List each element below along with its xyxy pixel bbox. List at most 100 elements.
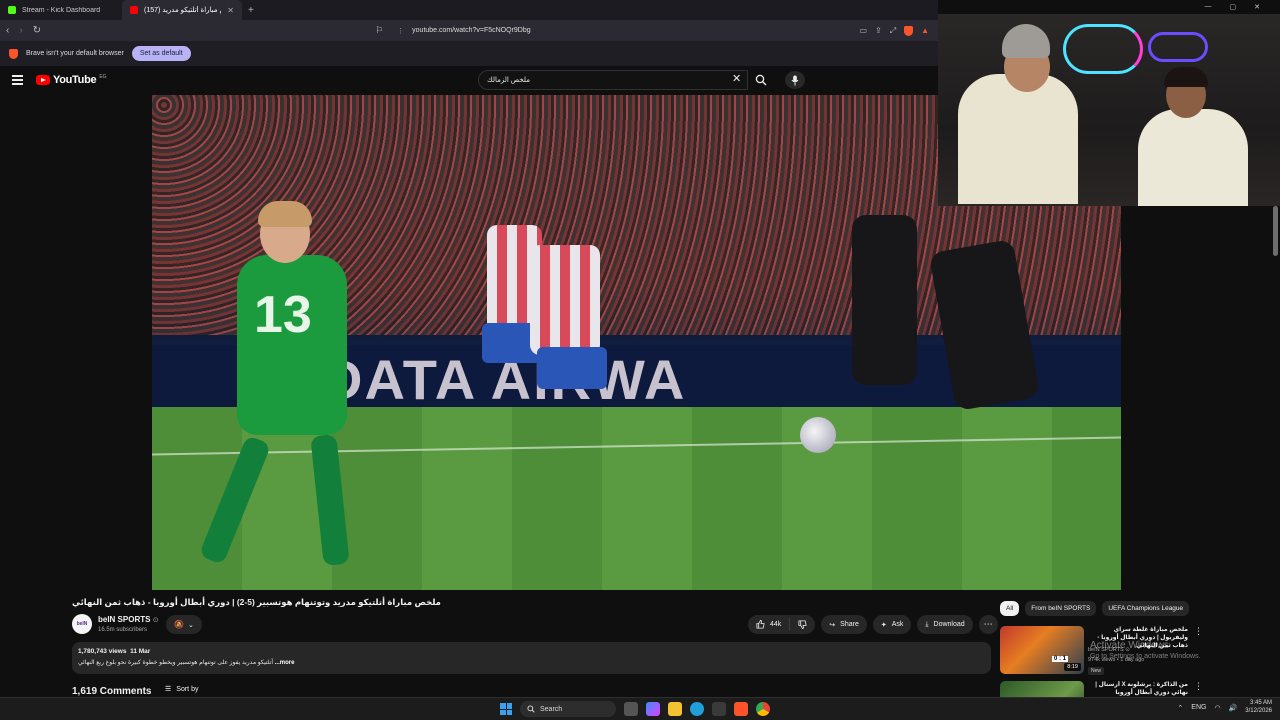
voice-search-button[interactable]: [785, 71, 805, 89]
neon-light: [1148, 32, 1208, 62]
youtube-logo[interactable]: YouTube EG: [36, 74, 107, 86]
guest-hair: [1164, 67, 1208, 87]
recommendation-thumbnail[interactable]: [1000, 681, 1084, 697]
sort-by-label: Sort by: [176, 685, 199, 693]
comments-count: 1,619 Comments: [72, 686, 152, 697]
guest-figure: [1138, 109, 1248, 206]
recommendation-item[interactable]: من الذاكرة : برشلونة X أرسنال | نهائي دو…: [1000, 681, 1210, 697]
description-body: أتلتيكو مدريد يفوز على توتنهام هوتسبير و…: [78, 660, 274, 666]
download-label: Download: [933, 621, 965, 628]
youtube-play-icon: [36, 75, 50, 85]
picture-in-picture-icon[interactable]: ▭: [859, 26, 867, 35]
bookmark-icon[interactable]: ⚐: [375, 25, 383, 36]
window-controls: — ▢ ✕: [1205, 3, 1261, 11]
edge-icon[interactable]: [690, 702, 704, 716]
new-tab-icon[interactable]: +: [242, 5, 260, 16]
tab-youtube-video[interactable]: (157) ملخص مباراة أتلتيكو مدريد ✕: [122, 0, 242, 20]
chip-all[interactable]: All: [1000, 601, 1020, 616]
brave-taskbar-icon[interactable]: [734, 702, 748, 716]
search-input[interactable]: ملخص الزمالك: [478, 70, 748, 90]
activate-windows-watermark: Activate Windows Go to Settings to activ…: [1090, 640, 1201, 660]
site-info-icon[interactable]: ⋮: [397, 27, 404, 35]
description-box[interactable]: 1,780,743 views 11 Mar أتلتيكو مدريد يفو…: [72, 642, 991, 674]
streamer-beanie: [1002, 24, 1050, 58]
dislike-button[interactable]: [790, 620, 815, 629]
system-clock[interactable]: 3:45 AM 3/12/2026: [1245, 700, 1272, 716]
country-code: EG: [99, 73, 107, 80]
show-more-link[interactable]: ...more: [275, 660, 295, 666]
close-window-icon[interactable]: ✕: [1254, 3, 1260, 11]
video-actions: 44k ↪ Share ✦ Ask ⤓ Download ⋯: [748, 615, 998, 634]
search-icon: [527, 705, 535, 713]
windows-taskbar: Search ⌃ ENG ◠ 🔊 3:45 AM 3/12/2026: [0, 697, 1280, 720]
copilot-icon[interactable]: [646, 702, 660, 716]
windows-start-icon[interactable]: [500, 703, 512, 715]
taskbar-search-label: Search: [540, 705, 563, 713]
more-horizontal-icon: ⋯: [983, 619, 993, 629]
kick-favicon-icon: [8, 6, 16, 14]
channel-name[interactable]: beIN SPORTS ⊙: [98, 615, 159, 624]
clock-time: 3:45 AM: [1249, 700, 1272, 706]
system-tray: ⌃ ENG ◠ 🔊 3:45 AM 3/12/2026: [1177, 700, 1272, 716]
language-indicator[interactable]: ENG: [1191, 704, 1206, 711]
file-explorer-icon[interactable]: [668, 702, 682, 716]
more-vertical-icon[interactable]: ⋮: [1194, 681, 1203, 692]
task-view-icon[interactable]: [624, 702, 638, 716]
reload-icon[interactable]: ↻: [33, 25, 41, 36]
forward-arrow-icon[interactable]: ›: [19, 25, 22, 36]
menu-icon[interactable]: [12, 75, 23, 87]
more-actions-button[interactable]: ⋯: [978, 615, 998, 634]
activate-subtitle: Go to Settings to activate Windows.: [1090, 653, 1201, 660]
set-default-button[interactable]: Set as default: [131, 46, 191, 61]
address-bar[interactable]: ⚐ ⋮ youtube.com/watch?v=F5cNOQr9Dbg ▭ ⇪ …: [369, 23, 929, 38]
download-button[interactable]: ⤓ Download: [917, 615, 973, 634]
url-text[interactable]: youtube.com/watch?v=F5cNOQr9Dbg: [412, 27, 530, 34]
taskbar-search[interactable]: Search: [520, 701, 616, 717]
neon-light: [1063, 24, 1143, 74]
recommendation-title[interactable]: من الذاكرة : برشلونة X أرسنال | نهائي دو…: [1088, 681, 1188, 697]
wifi-icon[interactable]: ◠: [1214, 704, 1220, 712]
microphone-icon: [791, 75, 799, 85]
activate-title: Activate Windows: [1090, 640, 1169, 651]
browser-nav-bar: ‹ › ↻ ⚐ ⋮ youtube.com/watch?v=F5cNOQr9Db…: [0, 20, 938, 41]
streamer-figure: [958, 74, 1078, 204]
chrome-icon[interactable]: [756, 702, 770, 716]
minimize-icon[interactable]: —: [1205, 3, 1212, 11]
recommendation-thumbnail[interactable]: 0 : 1 8:19: [1000, 626, 1084, 674]
browser-tab-bar: Stream - Kick Dashboard (157) ملخص مبارا…: [0, 0, 938, 20]
default-browser-infobar: Brave isn't your default browser Set as …: [0, 41, 938, 66]
like-button[interactable]: 44k: [748, 618, 791, 631]
download-icon: ⤓: [925, 620, 929, 628]
clock-date: 3/12/2026: [1245, 707, 1272, 714]
thumbnail-score: 0 : 1: [1052, 656, 1069, 662]
close-tab-icon[interactable]: ✕: [227, 6, 234, 15]
page-scrollbar[interactable]: [1273, 206, 1278, 256]
brave-rewards-icon[interactable]: ▲: [921, 26, 929, 35]
channel-avatar[interactable]: beIN: [72, 614, 92, 634]
brave-shield-icon[interactable]: [904, 25, 914, 36]
atletico-shorts: [537, 347, 607, 389]
bell-off-icon: 🔕: [174, 620, 185, 629]
maximize-icon[interactable]: ▢: [1230, 3, 1237, 11]
volume-icon[interactable]: 🔊: [1229, 704, 1238, 712]
channel-name-text[interactable]: beIN SPORTS: [98, 615, 150, 624]
youtube-wordmark: YouTube: [53, 74, 97, 86]
share-button[interactable]: ↪ Share: [821, 615, 867, 634]
search-button[interactable]: [750, 70, 772, 90]
tray-chevron-icon[interactable]: ⌃: [1177, 704, 1183, 712]
clear-search-icon[interactable]: ✕: [732, 72, 741, 85]
search-value[interactable]: ملخص الزمالك: [487, 76, 530, 84]
tab-kick-dashboard[interactable]: Stream - Kick Dashboard: [0, 0, 122, 20]
chip-from-channel[interactable]: From beIN SPORTS: [1025, 601, 1097, 616]
ask-button[interactable]: ✦ Ask: [872, 615, 912, 634]
back-arrow-icon[interactable]: ‹: [6, 25, 9, 36]
subscription-bell-button[interactable]: 🔕 ⌄: [166, 615, 202, 634]
more-vertical-icon[interactable]: ⋮: [1194, 626, 1203, 637]
goalkeeper-number: 13: [254, 286, 312, 344]
sort-by-button[interactable]: ☰ Sort by: [165, 685, 199, 694]
chip-champions-league[interactable]: UEFA Champions League: [1102, 601, 1190, 616]
store-icon[interactable]: [712, 702, 726, 716]
share-page-icon[interactable]: ⇪: [875, 26, 882, 35]
media-icon[interactable]: ⤢: [890, 26, 896, 36]
share-label: Share: [840, 621, 859, 628]
